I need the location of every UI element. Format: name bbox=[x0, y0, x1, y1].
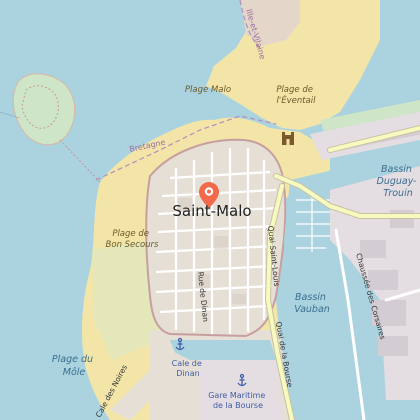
beach-label-plage-bon-secours: Plage de Bon Secours bbox=[106, 229, 160, 250]
map-canvas[interactable]: Saint-Malo Bassin Duguay- Trouin Bassin … bbox=[0, 0, 420, 420]
map-view[interactable]: Saint-Malo Bassin Duguay- Trouin Bassin … bbox=[0, 0, 420, 420]
town-label: Saint-Malo bbox=[172, 202, 251, 220]
water-label-bassin-vauban: Bassin Vauban bbox=[294, 292, 330, 315]
port-south-water bbox=[170, 340, 276, 360]
beach-label-plage-malo: Plage Malo bbox=[185, 85, 231, 95]
beach-label-plage-eventail: Plage de l'Éventail bbox=[276, 85, 316, 106]
poi-label-cale-dinan[interactable]: Cale de Dinan bbox=[172, 359, 205, 378]
poi-label-gare-maritime[interactable]: Gare Maritime de la Bourse bbox=[208, 391, 268, 410]
ferry-terminal bbox=[200, 360, 282, 420]
